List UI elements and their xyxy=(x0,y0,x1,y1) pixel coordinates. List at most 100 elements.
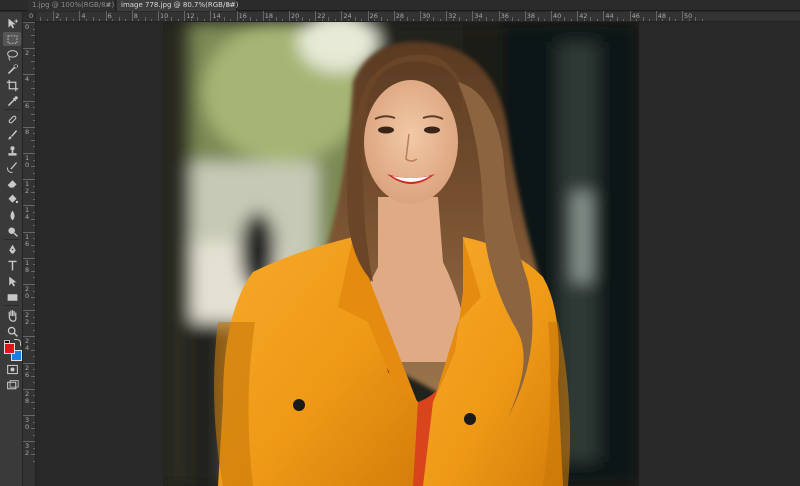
ruler-tick xyxy=(33,225,35,227)
ruler-label: 4 xyxy=(25,213,30,222)
hand-icon[interactable] xyxy=(3,308,21,322)
ruler-tick xyxy=(426,19,428,21)
ruler-tick xyxy=(315,11,317,21)
ruler-tick xyxy=(23,336,35,338)
ruler-tick xyxy=(31,35,35,37)
ruler-tick xyxy=(518,19,520,21)
ruler-tick xyxy=(23,153,35,154)
dodge-icon[interactable] xyxy=(3,224,21,238)
document-image[interactable] xyxy=(163,22,639,486)
tab-image-778-jpg[interactable]: image 778.jpg @ 80.7%(RGB/8#) × xyxy=(117,0,238,11)
ruler-tick xyxy=(177,19,179,21)
rectangular-marquee-icon[interactable] xyxy=(3,32,21,46)
ruler-tick xyxy=(33,41,35,43)
lasso-icon[interactable] xyxy=(3,48,21,62)
crop-icon[interactable] xyxy=(3,78,21,92)
ruler-tick xyxy=(158,11,159,21)
ruler-tick xyxy=(33,28,35,30)
quick-selection-icon[interactable] xyxy=(3,62,21,76)
ruler-tick xyxy=(33,94,35,96)
ruler-tick xyxy=(223,17,225,21)
ruler-tick xyxy=(72,19,74,21)
ruler-tick xyxy=(33,107,35,109)
rectangle-shape-icon[interactable] xyxy=(3,290,21,304)
ruler-tick xyxy=(112,19,114,21)
ruler-tick xyxy=(197,17,199,21)
screen-mode-icon[interactable] xyxy=(3,378,21,392)
ruler-label: 4 xyxy=(25,75,30,84)
ruler-tick xyxy=(531,19,533,21)
ruler-tick xyxy=(289,11,290,21)
ruler-tick xyxy=(433,17,435,21)
pen-icon[interactable] xyxy=(3,242,21,256)
ruler-tick xyxy=(308,19,310,21)
ruler-tick xyxy=(105,11,107,21)
ruler-tick xyxy=(33,434,35,436)
brush-icon[interactable] xyxy=(3,128,21,142)
ruler-tick xyxy=(478,19,480,21)
type-icon[interactable] xyxy=(3,258,21,272)
eraser-icon[interactable] xyxy=(3,176,21,190)
eyedropper-icon[interactable] xyxy=(3,94,21,108)
ruler-tick xyxy=(33,290,35,292)
ruler-tick xyxy=(347,19,349,21)
clone-stamp-icon[interactable] xyxy=(3,144,21,158)
ruler-tick xyxy=(85,19,87,21)
ruler-tick xyxy=(544,19,546,21)
horizontal-ruler[interactable]: 0 2 4 6 8 10 12 14 16 18 20 22 24 26 28 30 32 34 36 38 40 42 4… xyxy=(29,11,800,22)
ruler-tick xyxy=(249,17,251,21)
document-tab-bar: 1.jpg @ 100%(RGB/8#) × image 778.jpg @ 8… xyxy=(0,0,800,11)
document-canvas[interactable] xyxy=(36,22,800,486)
ruler-tick xyxy=(23,257,35,259)
ruler-tick xyxy=(295,19,297,21)
paint-bucket-icon[interactable] xyxy=(3,192,21,206)
ruler-tick xyxy=(33,185,35,187)
ruler-label: 4 xyxy=(81,12,86,20)
ruler-label: 0 xyxy=(25,161,30,169)
ruler-tick xyxy=(33,395,35,397)
path-selection-icon[interactable] xyxy=(3,274,21,288)
ruler-label: 6 xyxy=(25,239,30,248)
ruler-label: 2 xyxy=(25,187,30,196)
ruler-tick xyxy=(636,19,638,21)
quick-mask-icon[interactable] xyxy=(3,362,21,376)
ruler-tick xyxy=(302,17,304,21)
ruler-tick xyxy=(151,19,153,21)
ruler-tick xyxy=(629,11,631,21)
ruler-tick xyxy=(33,460,35,462)
ruler-tick xyxy=(472,11,474,21)
vertical-ruler[interactable]: 02468101214161820222426283032 xyxy=(23,22,36,486)
ruler-tick xyxy=(668,17,670,21)
ruler-tick xyxy=(33,133,35,135)
ruler-tick xyxy=(380,17,382,21)
close-icon[interactable]: × xyxy=(226,0,232,11)
ruler-tick xyxy=(413,19,415,21)
tab-1-jpg[interactable]: 1.jpg @ 100%(RGB/8#) × xyxy=(28,0,116,11)
ruler-tick xyxy=(33,382,35,384)
close-icon[interactable]: × xyxy=(105,0,111,11)
ruler-tick xyxy=(31,218,35,220)
swap-colors-icon[interactable] xyxy=(14,339,21,346)
history-brush-icon[interactable] xyxy=(3,160,21,174)
ruler-tick xyxy=(33,67,35,69)
ruler-tick xyxy=(590,17,592,21)
ruler-tick xyxy=(230,19,232,21)
move-tool-icon[interactable] xyxy=(3,16,21,30)
ruler-label: 0 xyxy=(25,423,30,431)
foreground-color-swatch[interactable] xyxy=(4,343,15,354)
ruler-tick xyxy=(577,11,579,21)
ruler-tick xyxy=(374,19,376,21)
ruler-tick xyxy=(420,11,421,21)
ruler-tick xyxy=(603,11,605,21)
ruler-label: 0 xyxy=(25,292,30,300)
ruler-tick xyxy=(695,17,697,21)
ruler-label: 8 xyxy=(25,127,30,136)
healing-brush-icon[interactable] xyxy=(3,112,21,126)
ruler-tick xyxy=(465,19,467,21)
ruler-tick xyxy=(328,17,330,21)
zoom-icon[interactable] xyxy=(3,324,21,338)
ruler-label: 2 xyxy=(25,318,30,327)
ruler-tick xyxy=(23,231,35,233)
blur-icon[interactable] xyxy=(3,208,21,222)
ruler-tick xyxy=(31,139,35,141)
